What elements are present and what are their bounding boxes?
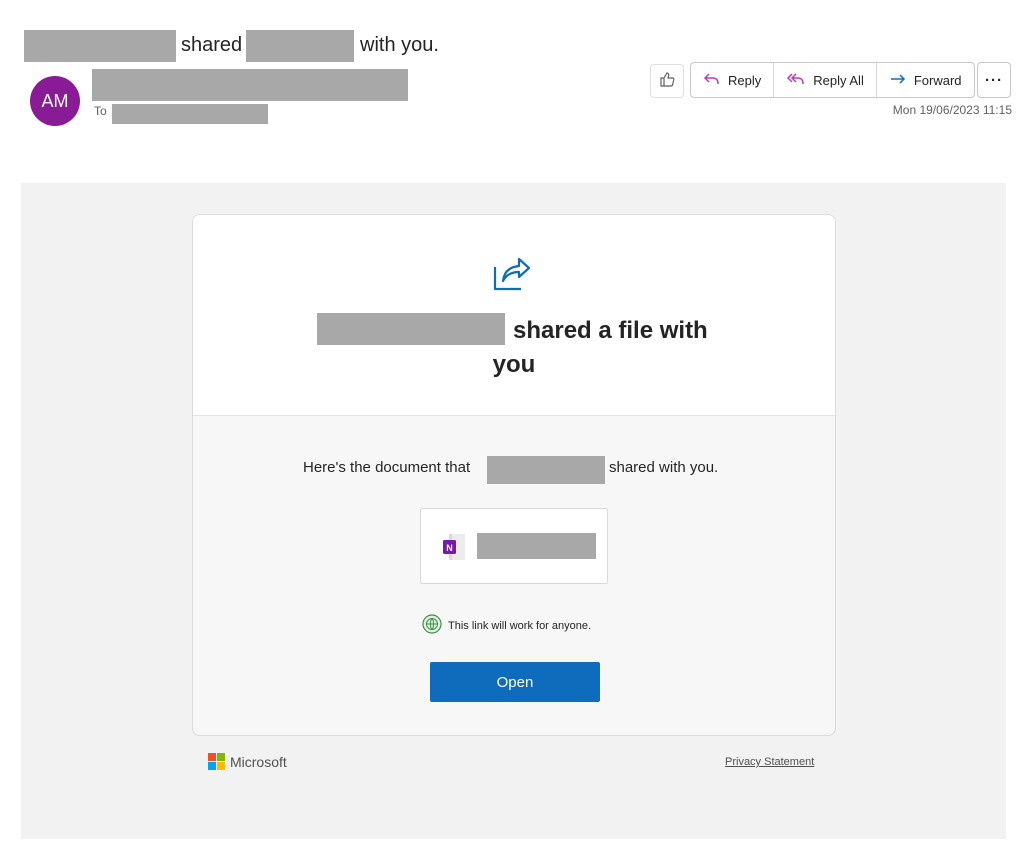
link-permission-note: This link will work for anyone.	[422, 614, 591, 637]
reply-all-button[interactable]: Reply All	[774, 63, 877, 97]
message-prefix: Here's the document that	[303, 459, 471, 476]
redacted-file-name	[477, 533, 596, 559]
forward-icon	[889, 72, 907, 89]
svg-text:N: N	[446, 543, 453, 553]
microsoft-brand-text: Microsoft	[230, 753, 287, 770]
shared-file-tile[interactable]: N	[420, 508, 608, 584]
share-arrow-icon	[491, 255, 535, 300]
open-button[interactable]: Open	[430, 662, 600, 702]
share-card-header: shared a file with you	[193, 215, 835, 416]
redacted-sender-address	[92, 69, 408, 101]
message-actions: Reply Reply All Forward	[690, 62, 975, 98]
reply-all-label: Reply All	[813, 72, 864, 88]
message-body: shared a file with you Here's the docume…	[21, 183, 1006, 839]
redacted-recipient	[112, 104, 268, 124]
reply-all-icon	[786, 72, 806, 89]
forward-label: Forward	[913, 72, 962, 88]
message-suffix: shared with you.	[609, 459, 719, 476]
redacted-file-name-subject	[246, 30, 354, 62]
headline-line1: shared a file with	[513, 317, 708, 344]
subject-shared-text: shared	[181, 34, 243, 56]
redacted-sender-name-subject	[24, 30, 176, 62]
share-card: shared a file with you Here's the docume…	[192, 214, 836, 736]
redacted-sharer-inline	[487, 456, 605, 484]
like-icon	[658, 70, 676, 93]
like-button[interactable]	[650, 64, 684, 98]
more-actions-button[interactable]: ···	[977, 62, 1011, 98]
onenote-icon: N	[441, 533, 467, 566]
redacted-sharer-name	[317, 313, 505, 345]
forward-button[interactable]: Forward	[877, 63, 974, 97]
reply-label: Reply	[728, 72, 762, 88]
reply-icon	[703, 72, 721, 89]
microsoft-logo: Microsoft	[208, 753, 287, 770]
globe-icon	[422, 614, 442, 637]
to-label: To	[94, 104, 107, 118]
headline-line2: you	[492, 351, 536, 378]
avatar[interactable]: AM	[30, 76, 80, 126]
message-timestamp: Mon 19/06/2023 11:15	[892, 103, 1012, 117]
privacy-statement-link[interactable]: Privacy Statement	[725, 756, 814, 768]
microsoft-logo-icon	[208, 753, 225, 770]
subject-with-you-text: with you.	[360, 34, 439, 56]
reply-button[interactable]: Reply	[691, 63, 775, 97]
link-note-text: This link will work for anyone.	[448, 619, 592, 632]
